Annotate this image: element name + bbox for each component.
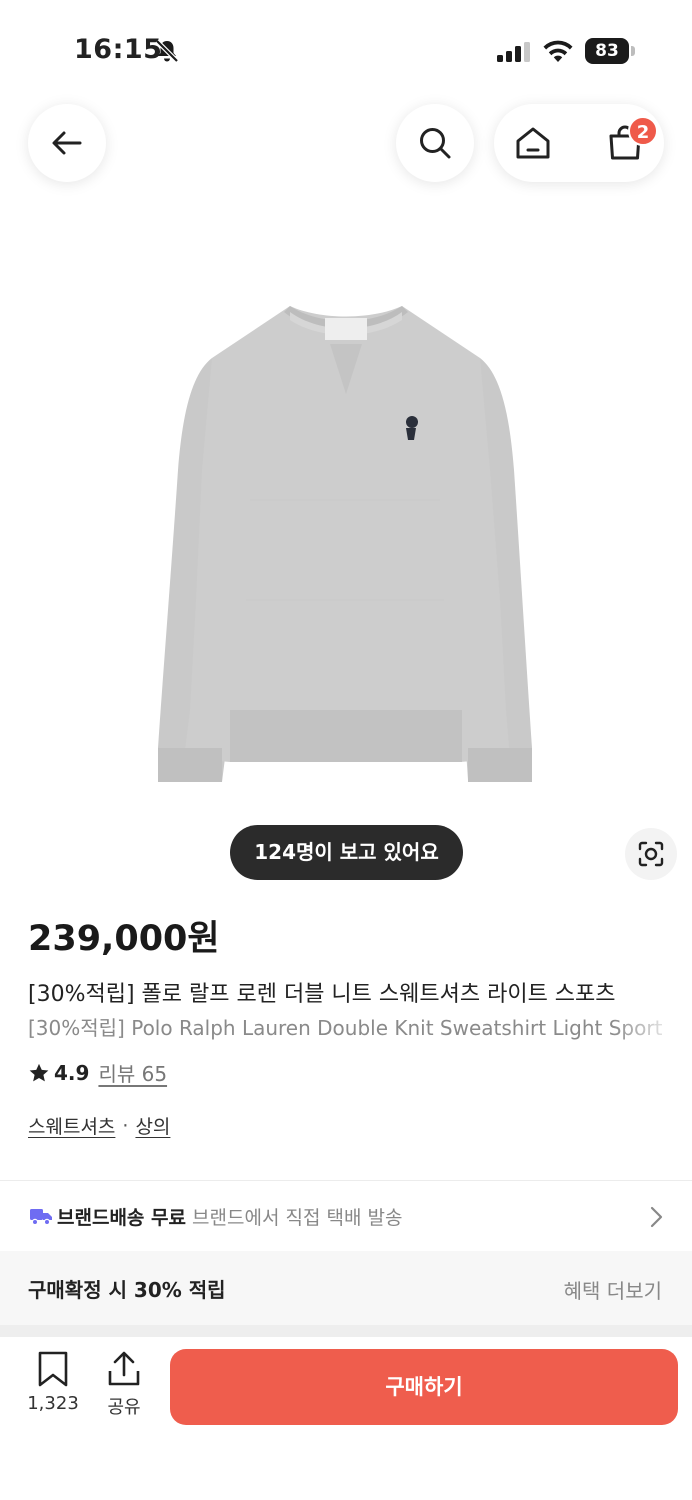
share-button[interactable]: 공유 — [98, 1351, 150, 1419]
chevron-right-icon — [650, 1206, 663, 1228]
buy-button[interactable]: 구매하기 — [170, 1349, 678, 1425]
cellular-signal-icon — [497, 42, 530, 62]
bookmark-count: 1,323 — [27, 1393, 79, 1414]
cart-button[interactable] — [586, 104, 664, 182]
bookmark-button[interactable]: 1,323 — [22, 1351, 84, 1414]
status-time: 16:15 — [74, 34, 163, 65]
battery-level: 83 — [585, 38, 629, 64]
truck-icon — [30, 1209, 52, 1225]
rating-row: 4.9 리뷰 65 — [28, 1058, 167, 1087]
section-separator — [0, 1325, 692, 1337]
wifi-icon — [543, 40, 573, 62]
share-icon — [108, 1351, 140, 1386]
status-bar: 16:15 83 — [0, 0, 692, 100]
benefit-more-link[interactable]: 혜택 더보기 — [564, 1275, 662, 1304]
product-title-korean: [30%적립] 폴로 랄프 로렌 더블 니트 스웨트셔츠 라이트 스포츠 — [28, 982, 616, 1007]
home-icon — [516, 127, 550, 159]
shipping-free-label: 브랜드배송 무료 — [57, 1207, 186, 1229]
category-link-sweatshirt[interactable]: 스웨트셔츠 — [28, 1112, 115, 1139]
battery-icon: 83 — [585, 38, 635, 64]
product-price: 239,000원 — [28, 919, 220, 959]
star-icon — [29, 1063, 49, 1081]
viewers-badge: 124명이 보고 있어요 — [230, 825, 463, 880]
lens-icon — [638, 841, 664, 867]
review-link[interactable]: 리뷰 65 — [98, 1058, 167, 1087]
back-button[interactable] — [28, 104, 106, 182]
search-icon — [420, 128, 451, 159]
home-button[interactable] — [494, 104, 572, 182]
gray-sweatshirt-image — [158, 306, 532, 782]
title-fade-overlay — [612, 970, 692, 1045]
product-title-english: [30%적립] Polo Ralph Lauren Double Knit Sw… — [28, 1016, 663, 1040]
bell-slash-icon — [155, 39, 179, 63]
shipping-row[interactable]: 브랜드배송 무료 브랜드에서 직접 택배 발송 — [0, 1181, 692, 1251]
rating-value: 4.9 — [54, 1060, 90, 1085]
share-label: 공유 — [107, 1397, 141, 1418]
image-search-button[interactable] — [625, 828, 677, 880]
category-breadcrumb: 스웨트셔츠 · 상의 — [28, 1112, 170, 1139]
battery-tip — [631, 46, 635, 56]
arrow-left-icon — [52, 131, 82, 155]
bottom-action-bar: 1,323 공유 구매하기 — [0, 1337, 692, 1500]
category-separator: · — [122, 1114, 129, 1137]
bookmark-icon — [38, 1351, 68, 1387]
benefit-title: 구매확정 시 30% 적립 — [28, 1278, 226, 1302]
search-button[interactable] — [396, 104, 474, 182]
benefit-row: 구매확정 시 30% 적립 혜택 더보기 — [0, 1251, 692, 1325]
shipping-sub-label: 브랜드에서 직접 택배 발송 — [192, 1207, 403, 1229]
shipping-text: 브랜드배송 무료 브랜드에서 직접 택배 발송 — [57, 1203, 402, 1230]
cart-badge: 2 — [628, 116, 658, 146]
category-link-top[interactable]: 상의 — [135, 1112, 170, 1139]
